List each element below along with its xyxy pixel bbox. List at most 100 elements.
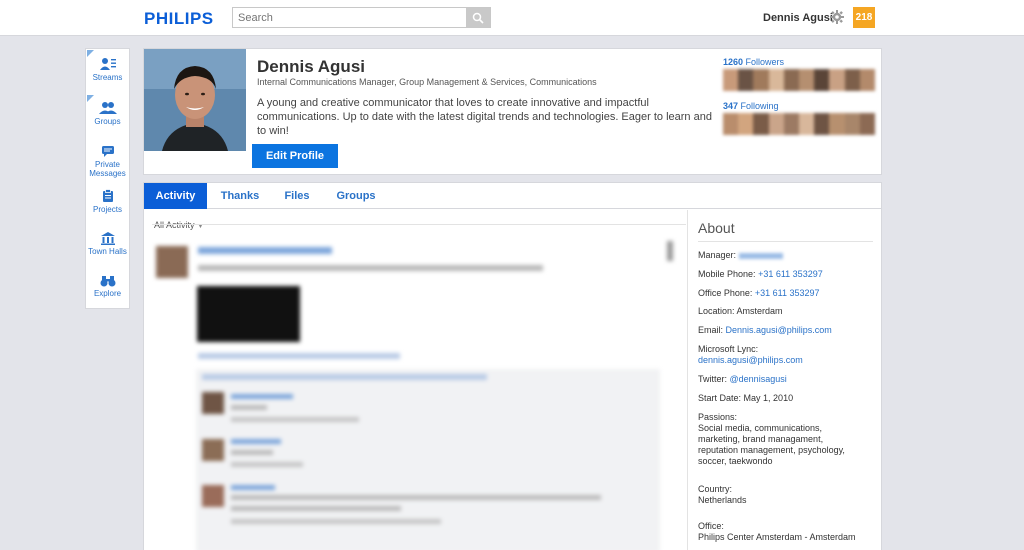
philips-logo[interactable]: PHILIPS xyxy=(144,9,214,29)
comment-placeholder xyxy=(231,495,601,500)
profile-photo[interactable] xyxy=(144,49,246,151)
streams-icon xyxy=(99,58,116,70)
town-halls-icon xyxy=(100,232,115,245)
followers-label: Followers xyxy=(745,57,785,67)
nav-item-groups[interactable]: Groups xyxy=(86,101,129,126)
notification-badge[interactable]: 218 xyxy=(853,7,875,28)
profile-tabs: Activity Thanks Files Groups xyxy=(144,183,881,209)
about-office: Office: Philips Center Amsterdam - Amste… xyxy=(698,521,876,543)
nav-label-town-halls: Town Halls xyxy=(88,247,127,256)
about-country: Country: Netherlands xyxy=(698,484,876,506)
post-actions-placeholder xyxy=(198,353,400,359)
followers-avatars[interactable] xyxy=(723,69,876,91)
followers-count: 1260 xyxy=(723,57,744,67)
following-count: 347 xyxy=(723,101,739,111)
mobile-phone-link[interactable]: +31 611 353297 xyxy=(758,269,823,279)
profile-bio: A young and creative communicator that l… xyxy=(257,97,712,137)
about-label: Location: xyxy=(698,306,735,316)
messages-icon xyxy=(101,146,114,157)
manager-link[interactable] xyxy=(738,252,783,259)
followers-link[interactable]: 1260 Followers xyxy=(723,57,784,67)
about-label: Manager: xyxy=(698,250,737,260)
avatar[interactable] xyxy=(202,392,224,414)
main-panel: Activity Thanks Files Groups All Activit… xyxy=(143,182,882,550)
lync-link[interactable]: dennis.agusi@philips.com xyxy=(698,355,876,366)
about-manager: Manager: xyxy=(698,250,876,261)
about-label: Country: xyxy=(698,484,733,494)
email-link[interactable]: Dennis.agusi@philips.com xyxy=(726,325,832,335)
settings-button[interactable] xyxy=(829,9,845,25)
about-heading: About xyxy=(698,220,735,236)
nav-item-projects[interactable]: Projects xyxy=(86,189,129,214)
tab-activity[interactable]: Activity xyxy=(144,183,207,209)
nav-label-projects: Projects xyxy=(93,205,122,214)
filter-divider xyxy=(152,224,686,225)
about-label: Mobile Phone: xyxy=(698,269,756,279)
nav-item-streams[interactable]: Streams xyxy=(86,57,129,82)
following-label: Following xyxy=(740,101,779,111)
nav-label-groups: Groups xyxy=(94,117,121,126)
following-link[interactable]: 347 Following xyxy=(723,101,779,111)
tab-files[interactable]: Files xyxy=(274,183,320,209)
search-icon xyxy=(472,12,484,24)
about-passions: Passions: Social media, communications, … xyxy=(698,412,876,467)
comment-placeholder xyxy=(231,462,303,467)
search-button[interactable] xyxy=(466,8,490,27)
twitter-link[interactable]: @dennisagusi xyxy=(730,374,787,384)
nav-item-town-halls[interactable]: Town Halls xyxy=(86,232,129,256)
profile-job-title: Internal Communications Manager, Group M… xyxy=(257,77,597,87)
comment-placeholder xyxy=(231,405,267,410)
about-label: Office: xyxy=(698,521,724,531)
about-label: Passions: xyxy=(698,412,738,422)
projects-icon xyxy=(102,189,113,202)
country-value: Netherlands xyxy=(698,495,747,505)
profile-card: Dennis Agusi Internal Communications Man… xyxy=(143,48,882,175)
post-menu-icon[interactable] xyxy=(667,241,673,261)
comment-placeholder xyxy=(231,506,401,511)
comment-placeholder xyxy=(231,450,273,455)
search-input[interactable] xyxy=(233,8,463,27)
about-label: Office Phone: xyxy=(698,288,753,298)
about-start-date: Start Date: May 1, 2010 xyxy=(698,393,876,404)
profile-photo-image xyxy=(144,49,246,151)
tab-thanks[interactable]: Thanks xyxy=(210,183,270,209)
about-label: Twitter: xyxy=(698,374,728,384)
avatar[interactable] xyxy=(156,246,188,278)
office-phone-link[interactable]: +31 611 353297 xyxy=(755,288,820,298)
nav-corner-marker xyxy=(87,50,94,57)
post-text-placeholder xyxy=(198,265,543,271)
nav-label-explore: Explore xyxy=(93,289,122,298)
about-panel: About Manager: Mobile Phone: +31 611 353… xyxy=(698,220,873,542)
about-location: Location: Amsterdam xyxy=(698,306,876,317)
activity-filter-label: All Activity xyxy=(154,220,195,230)
office-value: Philips Center Amsterdam - Amsterdam xyxy=(698,532,856,542)
search-box xyxy=(232,7,491,28)
comment-placeholder xyxy=(231,417,359,422)
avatar[interactable] xyxy=(202,439,224,461)
nav-item-explore[interactable]: Explore xyxy=(86,275,129,298)
following-avatars[interactable] xyxy=(723,113,876,135)
left-nav: Streams Groups Private Messages Projects… xyxy=(85,48,130,309)
comment-placeholder xyxy=(231,394,293,399)
activity-filter-dropdown[interactable]: All Activity ▼ xyxy=(154,220,204,230)
post-header-placeholder xyxy=(198,247,332,254)
about-mobile: Mobile Phone: +31 611 353297 xyxy=(698,269,876,280)
comment-placeholder xyxy=(231,439,281,444)
nav-label-streams: Streams xyxy=(92,73,123,82)
nav-item-private-messages[interactable]: Private Messages xyxy=(86,145,129,178)
top-bar: PHILIPS Dennis Agusi 218 xyxy=(0,0,1024,36)
about-twitter: Twitter: @dennisagusi xyxy=(698,374,876,385)
gear-icon xyxy=(830,10,844,24)
post-attachment-image[interactable] xyxy=(197,286,300,342)
likes-line-placeholder xyxy=(202,374,487,380)
edit-profile-button[interactable]: Edit Profile xyxy=(252,144,338,168)
current-user-name[interactable]: Dennis Agusi xyxy=(763,12,833,24)
start-date-value: May 1, 2010 xyxy=(743,393,794,403)
profile-name: Dennis Agusi xyxy=(257,57,365,76)
nav-label-private-messages: Private Messages xyxy=(89,160,126,178)
about-label: Email: xyxy=(698,325,724,335)
groups-icon xyxy=(98,102,117,114)
tab-groups[interactable]: Groups xyxy=(326,183,386,209)
about-label: Microsoft Lync: xyxy=(698,344,759,354)
avatar[interactable] xyxy=(202,485,224,507)
